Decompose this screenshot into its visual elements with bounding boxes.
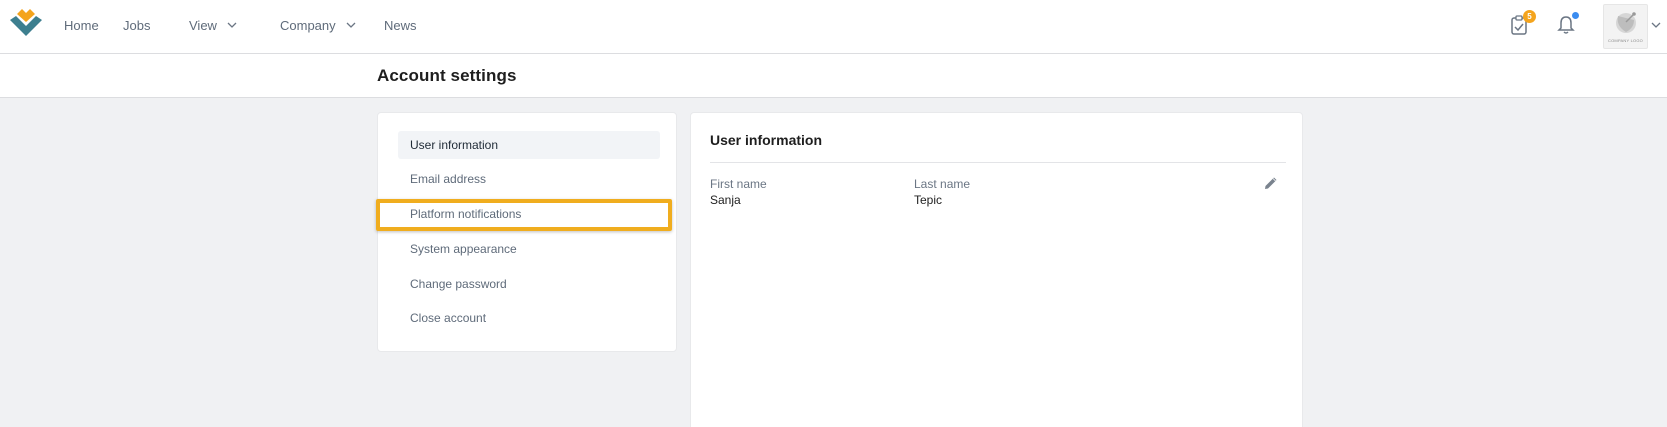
top-navigation: Home Jobs View Company News 5 COMPANY LO… [0,0,1667,54]
menu-item-change-password[interactable]: Change password [398,270,660,298]
notifications-button[interactable] [1553,12,1579,38]
highlight-box [376,199,672,231]
brand-logo-icon[interactable] [6,8,46,42]
nav-home[interactable]: Home [64,16,99,34]
nav-news-label: News [384,17,417,33]
tasks-button[interactable]: 5 [1506,10,1536,38]
card-title: User information [710,132,823,148]
menu-item-close-account[interactable]: Close account [398,304,660,332]
nav-home-label: Home [64,17,99,33]
last-name-value: Tepic [914,193,943,207]
notification-dot [1572,12,1579,19]
nav-view[interactable]: View [189,16,237,34]
pencil-icon[interactable] [1263,175,1279,191]
user-information-card: User information First name Sanja Last n… [690,112,1303,427]
first-name-value: Sanja [710,193,741,207]
menu-item-system-appearance[interactable]: System appearance [398,235,660,263]
company-logo-avatar[interactable]: COMPANY LOGO [1603,4,1648,49]
nav-news[interactable]: News [384,16,417,34]
chevron-down-icon[interactable] [1651,20,1661,30]
menu-item-user-information[interactable]: User information [398,131,660,159]
satellite-dish-icon [1615,12,1636,33]
settings-menu: User information Email address Platform … [377,112,677,352]
menu-item-email-address[interactable]: Email address [398,165,660,193]
chevron-down-icon [227,22,237,28]
nav-jobs-label: Jobs [123,17,151,33]
page-title: Account settings [377,66,517,85]
company-logo-text: COMPANY LOGO [1608,38,1643,43]
last-name-label: Last name [914,177,971,191]
card-divider [710,162,1286,163]
nav-company[interactable]: Company [280,16,356,34]
nav-view-label: View [189,17,217,33]
nav-jobs[interactable]: Jobs [123,16,150,34]
chevron-down-icon [346,22,356,28]
page-header: Account settings [0,54,1667,98]
task-count-badge: 5 [1523,10,1536,23]
nav-company-label: Company [280,17,336,33]
first-name-label: First name [710,177,767,191]
